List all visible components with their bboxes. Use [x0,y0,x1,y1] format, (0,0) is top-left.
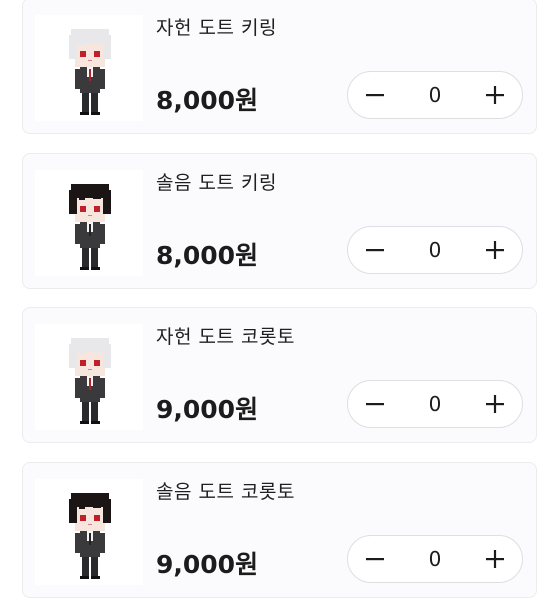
product-list: 자헌 도트 키링 8,000원 0 솔음 도트 키링 8,000원 0 자헌 도… [0,0,559,607]
quantity-input[interactable] [402,72,468,117]
product-name: 자헌 도트 코롯토 [156,326,295,348]
increase-quantity-button[interactable] [468,227,522,272]
decrease-quantity-button[interactable] [348,72,402,117]
decrease-quantity-button[interactable] [348,536,402,581]
minus-icon [366,93,384,96]
quantity-stepper [347,380,523,428]
decrease-quantity-button[interactable] [348,381,402,426]
product-thumbnail [35,15,143,121]
product-card: 솔음 도트 키링 8,000원 [22,153,537,289]
plus-icon [486,394,504,413]
quantity-stepper [347,535,523,583]
product-card: 솔음 도트 코롯토 9,000원 [22,462,537,598]
plus-icon [486,240,504,259]
white-hair-chibi-icon [69,29,111,115]
product-price: 9,000원 [156,550,259,579]
minus-icon [366,402,384,405]
minus-icon [366,557,384,560]
plus-icon [486,85,504,104]
increase-quantity-button[interactable] [468,72,522,117]
product-name: 솔음 도트 키링 [156,172,277,194]
product-name: 자헌 도트 키링 [156,17,277,39]
minus-icon [366,248,384,251]
black-hair-chibi-icon [69,184,111,270]
product-thumbnail [35,170,143,276]
black-hair-chibi-icon [69,493,111,579]
product-price: 8,000원 [156,86,259,115]
plus-icon [486,549,504,568]
increase-quantity-button[interactable] [468,536,522,581]
product-thumbnail [35,324,143,430]
product-card: 자헌 도트 코롯토 9,000원 [22,307,537,443]
decrease-quantity-button[interactable] [348,227,402,272]
quantity-input[interactable] [402,227,468,272]
quantity-stepper [347,71,523,119]
product-name: 솔음 도트 코롯토 [156,481,295,503]
quantity-stepper [347,226,523,274]
increase-quantity-button[interactable] [468,381,522,426]
product-price: 8,000원 [156,241,259,270]
quantity-input[interactable] [402,536,468,581]
quantity-input[interactable] [402,381,468,426]
white-hair-chibi-icon [69,338,111,424]
product-thumbnail [35,479,143,585]
product-price: 9,000원 [156,395,259,424]
product-card: 자헌 도트 키링 8,000원 [22,0,537,134]
